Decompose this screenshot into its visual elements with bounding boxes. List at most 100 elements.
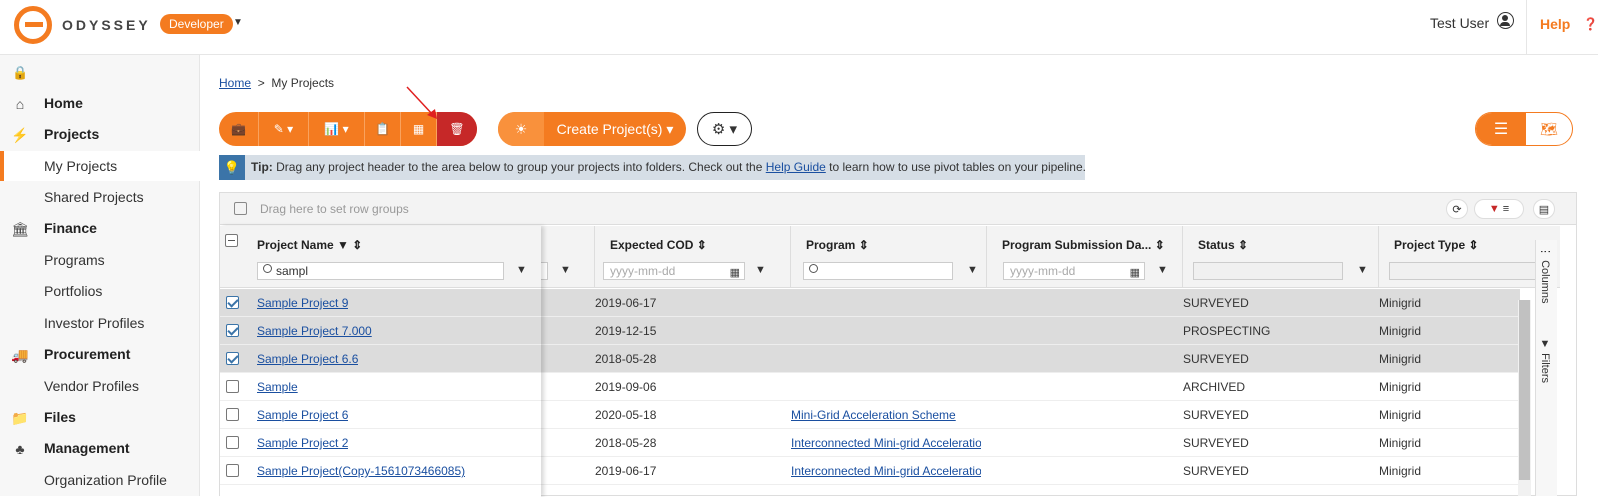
column-program[interactable]: Program ⇕ ▼ <box>791 226 987 288</box>
sidebar-item-label: Programs <box>44 252 105 268</box>
sidebar-item-programs[interactable]: Programs <box>0 245 200 275</box>
cell-program[interactable]: Interconnected Mini-grid Acceleratio <box>791 436 981 450</box>
row-checkbox[interactable] <box>226 352 239 365</box>
sidebar-item-vendor-profiles[interactable]: Vendor Profiles <box>0 371 200 401</box>
program-filter-input[interactable] <box>803 262 953 280</box>
table-row-pinned[interactable]: Sample Project 7.000 <box>220 317 541 345</box>
project-name-filter-input[interactable]: sampl <box>257 262 504 280</box>
cell-project-name[interactable]: Sample Project 6 <box>257 408 348 422</box>
chevron-down-icon[interactable]: ▼ <box>233 17 243 28</box>
sidebar-section-management[interactable]: ♣ Management <box>0 433 200 463</box>
column-filter-input[interactable] <box>540 262 548 280</box>
row-checkbox[interactable] <box>226 464 239 477</box>
column-title: Project Name <box>257 238 334 252</box>
export-button[interactable]: ▤ <box>1533 199 1555 219</box>
cell-program[interactable]: Mini-Grid Acceleration Scheme <box>791 408 981 422</box>
cell-project-name[interactable]: Sample <box>257 380 298 394</box>
sidebar-item-shared-projects[interactable]: Shared Projects <box>0 182 200 212</box>
lock-icon[interactable]: 🔒 <box>12 65 28 81</box>
sidebar-item-investor-profiles[interactable]: Investor Profiles <box>0 308 200 338</box>
cell-program[interactable]: Interconnected Mini-grid Acceleratio <box>791 464 981 478</box>
sidebar-item-my-projects[interactable]: My Projects <box>0 151 200 181</box>
help-icon[interactable]: ❓ <box>1583 17 1598 31</box>
search-icon <box>263 264 272 273</box>
search-icon <box>809 264 818 273</box>
filter-icon[interactable]: ▼ <box>967 264 978 276</box>
filter-icon[interactable]: ▼ <box>560 264 571 276</box>
cell-project-name[interactable]: Sample Project 7.000 <box>257 324 372 338</box>
role-badge[interactable]: Developer <box>160 14 233 34</box>
cell-project-type: Minigrid <box>1379 436 1422 450</box>
table-row-pinned[interactable]: Sample Project 2 <box>220 429 541 457</box>
filter-icon[interactable]: ▼ <box>516 264 527 276</box>
cell-project-name[interactable]: Sample Project(Copy-1561073466085) <box>257 464 465 478</box>
breadcrumb-current: My Projects <box>271 76 335 90</box>
filter-icon[interactable]: ▼ <box>755 264 766 276</box>
column-title: Expected COD <box>610 238 694 252</box>
calendar-icon[interactable]: ▦ <box>1130 265 1140 281</box>
list-view-button[interactable]: ☰ <box>1476 113 1526 145</box>
user-name[interactable]: Test User <box>1430 15 1489 31</box>
table-row-pinned[interactable]: Sample Project 6.6 <box>220 345 541 373</box>
row-checkbox[interactable] <box>226 408 239 421</box>
column-expected-cod[interactable]: Expected COD ⇕ yyyy-mm-dd ▦ ▼ <box>595 226 791 288</box>
edit-list-icon: ✎ ▾ <box>273 122 294 136</box>
column-title: Program <box>806 238 856 252</box>
sidebar-section-finance[interactable]: 🏛 Finance <box>0 213 200 243</box>
column-project-name[interactable]: Project Name ▼ ⇕ <box>257 238 362 252</box>
create-project-button[interactable]: ☀ Create Project(s) ▾ <box>498 112 686 146</box>
column-program-submission-date[interactable]: Program Submission Da... ⇕ yyyy-mm-dd ▦ ▼ <box>987 226 1183 288</box>
column-project-type[interactable]: Project Type ⇕ <box>1379 226 1560 288</box>
row-checkbox[interactable] <box>226 324 239 337</box>
bar-chart-icon: 📊 ▾ <box>324 122 349 136</box>
sidebar-section-home[interactable]: ⌂ Home <box>0 88 200 118</box>
table-row-pinned[interactable]: Sample Project 9 <box>220 289 541 317</box>
edit-menu-button[interactable]: ✎ ▾ <box>259 112 309 146</box>
lightbulb-icon: 💡 <box>219 155 245 180</box>
filters-panel-tab[interactable]: ▼ Filters <box>1539 338 1551 383</box>
sidebar-section-label: Projects <box>44 126 100 142</box>
sort-filter-toggle[interactable]: ▼ ≡ <box>1474 199 1524 219</box>
table-row-pinned[interactable]: Sample Project 6 <box>220 401 541 429</box>
table-row-pinned[interactable]: Sample Project(Copy-1561073466085) <box>220 457 541 485</box>
sidebar: 🔒 ⌂ Home ⚡ Projects My Projects Shared P… <box>0 55 200 496</box>
user-avatar-icon[interactable] <box>1497 12 1514 29</box>
cell-project-name[interactable]: Sample Project 2 <box>257 436 348 450</box>
select-all-checkbox[interactable] <box>225 234 238 247</box>
sidebar-item-portfolios[interactable]: Portfolios <box>0 276 200 306</box>
help-link[interactable]: Help <box>1540 16 1570 32</box>
calendar-icon[interactable]: ▦ <box>730 265 740 281</box>
sidebar-section-files[interactable]: 📁 Files <box>0 402 200 432</box>
status-filter-input[interactable] <box>1193 262 1343 280</box>
date-filter-input[interactable]: yyyy-mm-dd ▦ <box>1003 262 1145 280</box>
sidebar-section-procurement[interactable]: 🚚 Procurement <box>0 339 200 369</box>
row-checkbox[interactable] <box>226 380 239 393</box>
cell-project-name[interactable]: Sample Project 6.6 <box>257 352 358 366</box>
date-filter-input[interactable]: yyyy-mm-dd ▦ <box>603 262 745 280</box>
map-view-button[interactable]: 🗺 <box>1526 113 1572 145</box>
breadcrumb-home[interactable]: Home <box>219 76 251 90</box>
settings-menu-button[interactable]: ⚙ ▾ <box>697 112 752 146</box>
report-menu-button[interactable]: 📊 ▾ <box>309 112 365 146</box>
row-checkbox[interactable] <box>226 436 239 449</box>
scrollbar-thumb[interactable] <box>1519 300 1530 480</box>
project-type-filter-input[interactable] <box>1389 262 1554 280</box>
briefcase-button[interactable]: 💼 <box>219 112 259 146</box>
copy-button[interactable]: 📋 <box>365 112 401 146</box>
odyssey-logo-icon[interactable] <box>14 6 52 44</box>
row-checkbox[interactable] <box>226 296 239 309</box>
sidebar-item-organization-profile[interactable]: Organization Profile <box>0 465 200 495</box>
refresh-button[interactable]: ⟳ <box>1446 199 1468 219</box>
filter-icon[interactable]: ▼ <box>1157 264 1168 276</box>
sidebar-section-projects[interactable]: ⚡ Projects <box>0 119 200 149</box>
column-title: Project Type <box>1394 238 1466 252</box>
columns-panel-tab[interactable]: ⋮ Columns <box>1539 246 1552 303</box>
filter-icon[interactable]: ▼ <box>1357 264 1368 276</box>
vertical-scrollbar[interactable] <box>1518 300 1531 496</box>
cell-project-type: Minigrid <box>1379 324 1422 338</box>
table-row-pinned[interactable]: Sample <box>220 373 541 401</box>
column-status[interactable]: Status ⇕ ▼ <box>1183 226 1379 288</box>
cell-project-name[interactable]: Sample Project 9 <box>257 296 348 310</box>
help-guide-link[interactable]: Help Guide <box>766 160 826 174</box>
row-group-icon <box>234 202 247 215</box>
